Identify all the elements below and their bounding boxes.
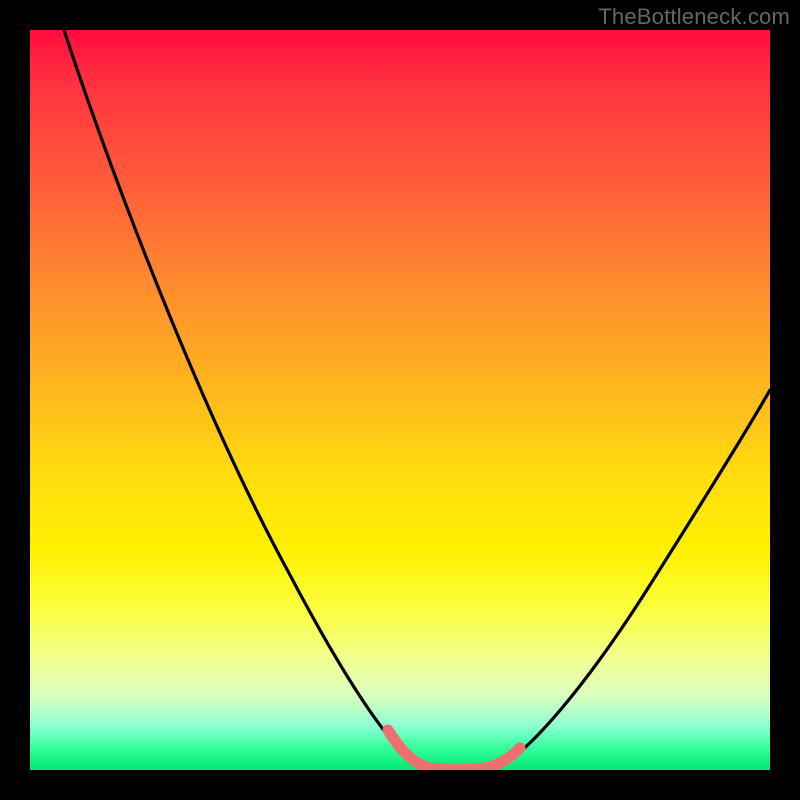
curve-path — [64, 30, 770, 770]
plot-area — [30, 30, 770, 770]
chart-frame: TheBottleneck.com — [0, 0, 800, 800]
optimal-range-highlight — [388, 730, 520, 770]
bottleneck-curve — [30, 30, 770, 770]
watermark-text: TheBottleneck.com — [598, 4, 790, 30]
